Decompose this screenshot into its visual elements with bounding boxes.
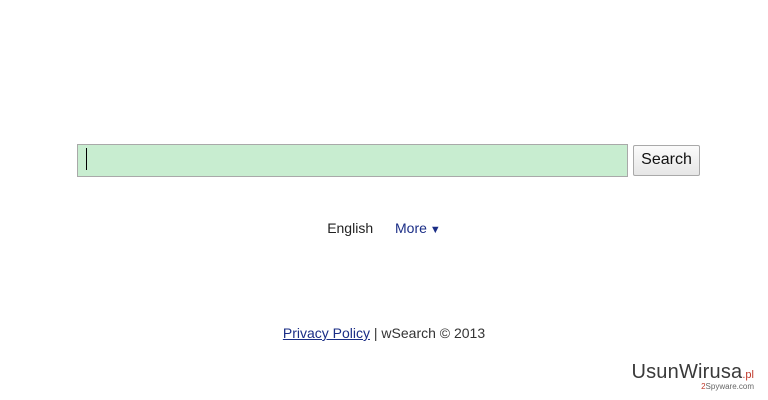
footer: Privacy Policy | wSearch © 2013 [0, 325, 768, 341]
more-label: More [395, 220, 427, 236]
text-caret [86, 148, 87, 170]
footer-separator: | [373, 325, 378, 341]
watermark-tld: .pl [742, 369, 754, 381]
privacy-policy-link[interactable]: Privacy Policy [283, 325, 370, 341]
more-languages-link[interactable]: More ▼ [395, 220, 441, 236]
search-home-page: Search English More ▼ Privacy Policy | wS… [0, 0, 768, 400]
language-current: English [327, 220, 374, 236]
watermark-subtitle: 2Spyware.com [631, 383, 754, 391]
search-bar: Search [77, 143, 701, 177]
watermark-name: UsunWirusa [631, 361, 743, 383]
triangle-down-icon: ▼ [429, 224, 441, 236]
search-button[interactable]: Search [633, 144, 700, 176]
search-input[interactable] [77, 143, 628, 177]
watermark-logo: UsunWirusa.pl 2Spyware.com [631, 362, 754, 391]
watermark-sub-text: Spyware.com [705, 382, 754, 391]
footer-copyright: wSearch © 2013 [381, 325, 486, 341]
language-bar: English More ▼ [0, 220, 768, 236]
